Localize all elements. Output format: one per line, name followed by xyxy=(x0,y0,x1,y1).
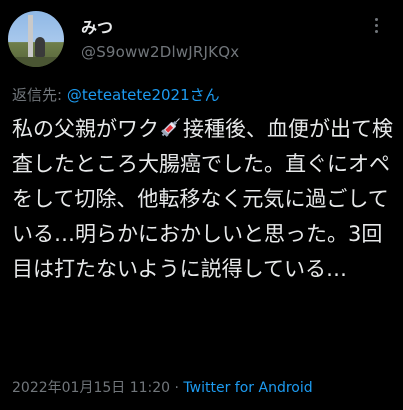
display-name[interactable]: みつ xyxy=(81,14,113,38)
avatar-person xyxy=(35,37,45,57)
tweet-text-part2: 接種後、血便が出て検査したところ大腸癌でした。直ぐにオペをして切除、他転移なく元… xyxy=(12,117,393,281)
client-link[interactable]: Twitter for Android xyxy=(183,380,312,396)
meta-separator: · xyxy=(170,380,184,396)
reply-prefix: 返信先: xyxy=(12,86,67,104)
avatar-pole xyxy=(28,15,33,59)
tweet-text: 私の父親がワク 接種後、血便が出て検査したところ大腸癌でした。直ぐにオペをして切… xyxy=(12,112,397,287)
avatar[interactable] xyxy=(8,11,64,67)
reply-mention-link[interactable]: @teteatete2021さん xyxy=(67,86,220,104)
tweet-text-part1: 私の父親がワク xyxy=(12,117,159,141)
more-options-icon[interactable] xyxy=(374,18,380,40)
tweet-metadata: 2022年01月15日 11:20 · Twitter for Android xyxy=(12,377,313,397)
avatar-ground xyxy=(8,57,64,67)
user-handle[interactable]: @S9oww2DlwJRJKQx xyxy=(81,43,239,61)
syringe-icon xyxy=(161,118,180,137)
tweet-timestamp[interactable]: 2022年01月15日 11:20 xyxy=(12,380,170,396)
reply-context: 返信先: @teteatete2021さん xyxy=(12,84,220,105)
